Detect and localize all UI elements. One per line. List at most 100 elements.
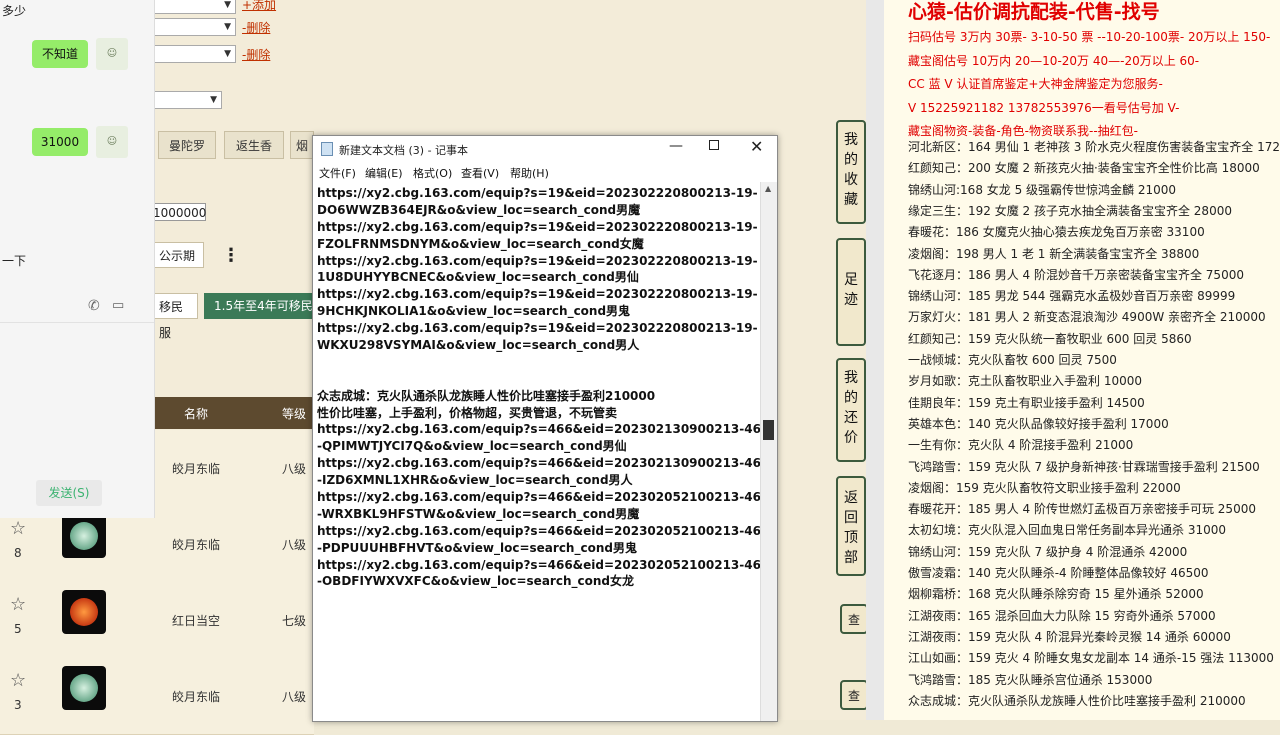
column-name-header: 名称 bbox=[184, 407, 209, 421]
star-icon[interactable]: ☆ bbox=[10, 670, 26, 691]
price-input[interactable]: 1000000 bbox=[150, 203, 206, 221]
chevron-down-icon: ▼ bbox=[224, 0, 231, 10]
text-line: -IZD6XMNL1XHR&o&view_loc=search_cond男人 bbox=[317, 473, 633, 488]
text-line: -QPIMWTJYCI7Q&o&view_loc=search_cond男仙 bbox=[317, 439, 627, 454]
listing-item: 江山如画：159 克火 4 阶睡女鬼女龙副本 14 通杀-15 强法 11300… bbox=[908, 651, 1274, 666]
chevron-down-icon: ▼ bbox=[210, 95, 217, 105]
window-title: 新建文本文档 (3) - 记事本 bbox=[339, 144, 469, 157]
scroll-up-icon[interactable]: ▲ bbox=[765, 184, 771, 193]
minimize-icon[interactable]: — bbox=[669, 138, 683, 154]
chat-bubble: 不知道 bbox=[32, 40, 88, 68]
side-nav-my-offers[interactable]: 我的还价 bbox=[836, 358, 866, 462]
item-image bbox=[62, 514, 106, 558]
table-header: 名称 等级 bbox=[154, 397, 314, 429]
right-info-panel: 心猿-估价调抗配装-代售-找号 扫码估号 3万内 30票- 3-10-50 票 … bbox=[884, 0, 1280, 720]
side-nav-favorites[interactable]: 我的收藏 bbox=[836, 120, 866, 224]
delete-filter-link-2[interactable]: -删除 bbox=[242, 46, 270, 63]
item-image bbox=[62, 666, 106, 710]
listing-item: 红颜知己：159 克火队统一畜牧职业 600 回灵 5860 bbox=[908, 331, 1192, 346]
add-filter-link[interactable]: +添加 bbox=[242, 0, 276, 13]
listing-item: 飞花逐月：186 男人 4 阶混妙音千万亲密装备宝宝齐全 75000 bbox=[908, 267, 1244, 282]
side-nav-back-to-top[interactable]: 返回顶部 bbox=[836, 476, 866, 576]
text-line: -WRXBKL9HFSTW&o&view_loc=search_cond男魔 bbox=[317, 506, 640, 521]
table-row[interactable]: ☆ 3 皎月东临 八级 bbox=[0, 658, 314, 735]
search-button[interactable]: 查 bbox=[840, 680, 868, 710]
text-line: WKXU298VSYMAI&o&view_loc=search_cond男人 bbox=[317, 338, 640, 353]
delete-filter-link-1[interactable]: -删除 bbox=[242, 19, 270, 36]
text-line: https://xy2.cbg.163.com/equip?s=19&eid=2… bbox=[317, 287, 758, 302]
filter-btn-mantuoluo[interactable]: 曼陀罗 bbox=[158, 131, 216, 159]
listing-item: 凌烟阁：198 男人 1 老 1 新全满装备宝宝齐全 38800 bbox=[908, 246, 1200, 261]
text-line: FZOLFRNMSDNYM&o&view_loc=search_cond女魔 bbox=[317, 236, 644, 251]
menu-help[interactable]: 帮助(H) bbox=[510, 165, 549, 181]
listing-item: 飞鸿踏雪：185 克火队睡杀宫位通杀 153000 bbox=[908, 672, 1153, 687]
video-call-icon[interactable]: ▭ bbox=[112, 298, 124, 313]
notepad-window: 新建文本文档 (3) - 记事本 — ✕ 文件(F) 编辑(E) 格式(O) 查… bbox=[312, 135, 778, 722]
menu-format[interactable]: 格式(O) bbox=[413, 165, 452, 181]
table-row[interactable]: ☆ 5 红日当空 七级 bbox=[0, 582, 314, 659]
text-line: 1U8DUHYYBCNEC&o&view_loc=search_cond男仙 bbox=[317, 270, 639, 285]
scroll-thumb[interactable] bbox=[763, 420, 774, 440]
text-area[interactable]: https://xy2.cbg.163.com/equip?s=19&eid=2… bbox=[317, 185, 770, 590]
side-nav-footprint[interactable]: 足迹 bbox=[836, 238, 866, 346]
filter-btn-fansheng[interactable]: 返生香 bbox=[224, 131, 284, 159]
panel-heading: 心猿-估价调抗配装-代售-找号 bbox=[908, 1, 1160, 23]
public-period-tab[interactable]: 公示期 bbox=[150, 242, 204, 268]
menu-file[interactable]: 文件(F) bbox=[319, 165, 356, 181]
filter-btn-partial[interactable]: 烟 bbox=[290, 131, 314, 159]
listing-item: 英雄本色：140 克火队品像较好接手盈利 17000 bbox=[908, 416, 1169, 431]
listing-item: 红颜知己：200 女魔 2 新孩克火抽·装备宝宝齐全性价比高 18000 bbox=[908, 161, 1260, 176]
service-line: V 15225921182 13782553976一看号估号加 V- bbox=[908, 100, 1180, 115]
item-image bbox=[62, 590, 106, 634]
listing-item: 众志成城：克火队通杀队龙族睡人性价比哇塞接手盈利 210000 bbox=[908, 693, 1246, 708]
text-line: https://xy2.cbg.163.com/equip?s=19&eid=2… bbox=[317, 219, 758, 234]
star-icon[interactable]: ☆ bbox=[10, 594, 26, 615]
service-line: 藏宝阁物资-装备-角色-物资联系我--抽红包- bbox=[908, 124, 1138, 138]
listing-item: 飞鸿踏雪：159 克火队 7 级护身新神孩·甘霖瑞雪接手盈利 21500 bbox=[908, 459, 1260, 474]
notepad-icon bbox=[321, 142, 333, 156]
text-line: https://xy2.cbg.163.com/equip?s=466&eid=… bbox=[317, 422, 770, 437]
maximize-icon[interactable] bbox=[709, 140, 719, 150]
text-line: https://xy2.cbg.163.com/equip?s=466&eid=… bbox=[317, 490, 770, 505]
filter-select-1[interactable]: ▼ bbox=[154, 0, 236, 14]
avatar[interactable]: ☺ bbox=[96, 126, 128, 158]
chevron-down-icon: ▼ bbox=[224, 49, 231, 59]
service-line: 藏宝阁估号 10万内 20—10-20万 40—-20万以上 60- bbox=[908, 53, 1200, 68]
text-line bbox=[317, 371, 757, 388]
chevron-down-icon: ▼ bbox=[224, 22, 231, 32]
listing-item: 春暖花开：185 男人 4 阶传世燃灯孟极百万亲密接手可玩 25000 bbox=[908, 502, 1256, 517]
migrate-period-tag[interactable]: 1.5年至4年可移民 bbox=[204, 293, 314, 319]
column-level-header: 等级 bbox=[282, 407, 307, 421]
send-button[interactable]: 发送(S) bbox=[36, 480, 102, 506]
listing-item: 江湖夜雨：159 克火队 4 阶混异光秦岭灵猴 14 通杀 60000 bbox=[908, 629, 1231, 644]
listing-item: 太初幻境：克火队混入回血鬼日常任务副本异光通杀 31000 bbox=[908, 523, 1226, 538]
menu-bar: 文件(F) 编辑(E) 格式(O) 查看(V) 帮助(H) bbox=[313, 162, 777, 182]
search-button[interactable]: 查 bbox=[840, 604, 868, 634]
filter-select-2[interactable]: ▼ bbox=[154, 18, 236, 36]
text-line bbox=[317, 354, 757, 371]
text-line: https://xy2.cbg.163.com/equip?s=466&eid=… bbox=[317, 557, 770, 572]
page-scrollbar[interactable] bbox=[866, 0, 884, 720]
chat-bubble: 31000 bbox=[32, 128, 88, 156]
phone-icon[interactable]: ✆ bbox=[88, 298, 100, 314]
text-line: 众志成城：克火队通杀队龙族睡人性价比哇塞接手盈利210000 bbox=[317, 388, 656, 403]
server-select[interactable]: ▼ bbox=[154, 91, 222, 109]
avatar[interactable]: ☺ bbox=[96, 38, 128, 70]
service-line: CC 蓝 V 认证首席鉴定+大神金牌鉴定为您服务- bbox=[908, 77, 1163, 91]
menu-edit[interactable]: 编辑(E) bbox=[365, 165, 403, 181]
listing-item: 江湖夜雨：165 混杀回血大力队除 15 穷奇外通杀 57000 bbox=[908, 608, 1216, 623]
filter-select-3[interactable]: ▼ bbox=[154, 45, 236, 63]
close-icon[interactable]: ✕ bbox=[750, 137, 763, 156]
text-line: -PDPUUUHBFHVT&o&view_loc=search_cond男鬼 bbox=[317, 540, 637, 555]
text-line: https://xy2.cbg.163.com/equip?s=466&eid=… bbox=[317, 456, 770, 471]
listing-item: 河北新区：164 男仙 1 老神孩 3 阶水克火程度伤害装备宝宝齐全 17200 bbox=[908, 140, 1280, 154]
chat-message-text: 一下 bbox=[2, 254, 27, 268]
more-icon[interactable]: ⋮ bbox=[222, 244, 240, 268]
text-line: -OBDFIYWXVXFC&o&view_loc=search_cond女龙 bbox=[317, 574, 634, 589]
listing-item: 岁月如歌：克土队畜牧职业入手盈利 10000 bbox=[908, 374, 1142, 389]
star-icon[interactable]: ☆ bbox=[10, 518, 26, 539]
migrate-server-tab[interactable]: 移民服 bbox=[150, 293, 198, 340]
menu-view[interactable]: 查看(V) bbox=[461, 165, 499, 181]
vertical-scrollbar[interactable]: ▲ bbox=[760, 182, 777, 721]
title-bar[interactable]: 新建文本文档 (3) - 记事本 — ✕ bbox=[313, 136, 777, 162]
